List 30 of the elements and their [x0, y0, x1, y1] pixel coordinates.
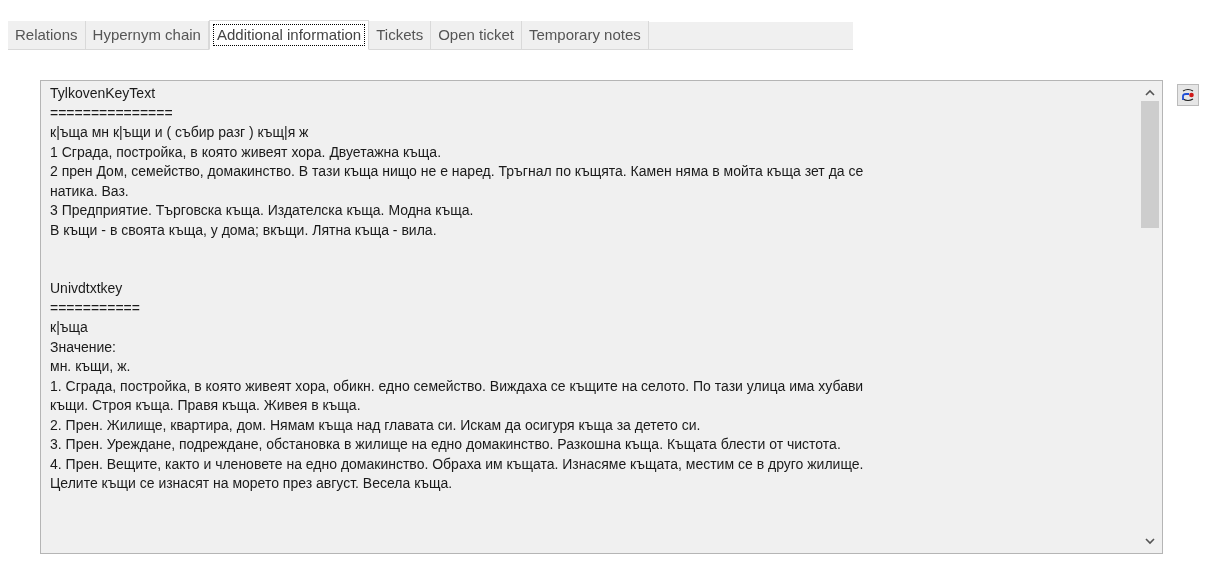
text-line: В къщи - в своята къща, у дома; вкъщи. Лятна къща - вила.	[50, 220, 437, 240]
text-line: к|ъща	[50, 318, 88, 337]
tab[interactable]: Hypernym chain	[85, 21, 209, 49]
text-line: 3. Прен. Уреждане, подреждане, обстановка в жилище на едно домакинство. Разкошна къща. Къщата блести от чистота.	[50, 435, 841, 454]
scroll-thumb[interactable]	[1141, 101, 1159, 228]
tab[interactable]: Open ticket	[431, 21, 523, 49]
text-line: мн. къщи, ж.	[50, 357, 131, 376]
tab[interactable]: Temporary notes	[522, 21, 649, 49]
text-line: ===========	[50, 298, 140, 318]
text-line: к|ъща мн к|ъщи и ( събир разг ) къщ|я ж	[50, 123, 309, 142]
text-line: 3 Предприятие. Търговска къща. Издателска къща. Модна къща.	[50, 201, 474, 220]
text-line: къщи. Строя къща. Правя къща. Живея в къща.	[50, 396, 361, 415]
text-line: ===============	[50, 103, 173, 123]
text-line: 2 прен Дом, семейство, домакинство. В тази къща нищо не е наред. Тръгнал по къщята. Камен няма в мойта къща зет да се	[50, 162, 864, 181]
tab[interactable]: Additional information	[208, 20, 370, 50]
text-line: Значение:	[50, 337, 116, 357]
text-line: натика. Ваз.	[50, 181, 129, 201]
tab[interactable]: Tickets	[369, 21, 432, 49]
text-line: TylkovenKeyText	[50, 84, 156, 103]
text-line: 1 Сграда, постройка, в която живеят хора. Двуетажна къща.	[50, 142, 442, 162]
scroll-down-icon[interactable]	[1145, 538, 1155, 545]
text-line: 2. Прен. Жилище, квартира, дом. Нямам къща над главата си. Искам да осигуря къща за детето си.	[50, 415, 701, 435]
text-area[interactable]	[40, 80, 1163, 554]
tab[interactable]: Relations	[8, 21, 86, 49]
text-line: Целите къщи се изнасят на морето през август. Весела къща.	[50, 474, 453, 493]
swap-icon[interactable]	[1177, 84, 1199, 106]
text-line: 4. Прен. Вещите, както и членовете на едно домакинство. Обраха им къщата. Изнасяме къщата, местим се в друго жилище.	[50, 454, 864, 474]
text-line: 1. Сграда, постройка, в която живеят хора, обикн. едно семейство. Виждаха се къщите на селото. По тази улица има хубави	[50, 376, 864, 396]
text-line: Univdtxtkey	[50, 279, 123, 298]
scroll-up-icon[interactable]	[1145, 89, 1155, 96]
